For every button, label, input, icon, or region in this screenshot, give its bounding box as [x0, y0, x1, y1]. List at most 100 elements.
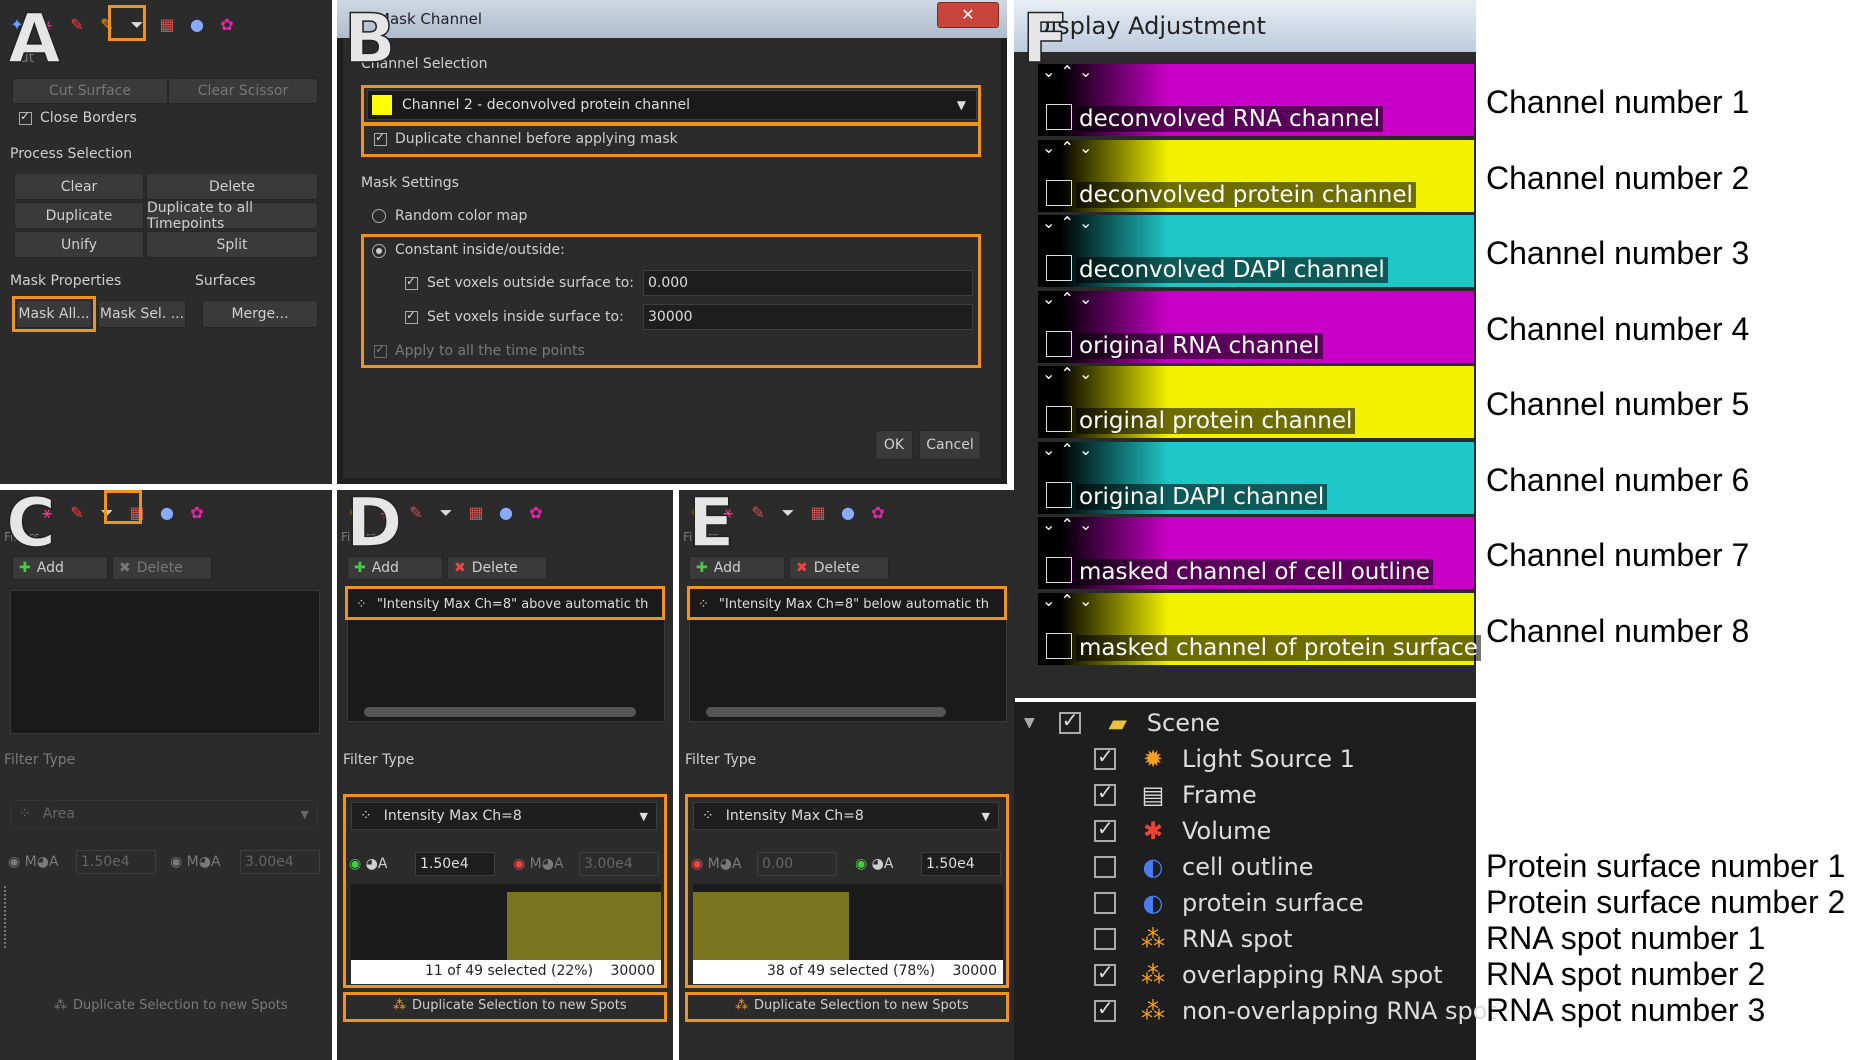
- panel-label-e: E: [687, 484, 735, 563]
- pencil-icon[interactable]: ✎: [68, 504, 86, 522]
- pencil-icon[interactable]: ✎: [749, 504, 767, 522]
- scene-item-checkbox[interactable]: [1094, 744, 1116, 770]
- cancel-button[interactable]: Cancel: [919, 430, 981, 460]
- min-threshold-input[interactable]: 1.50e4: [76, 850, 156, 874]
- scene-item[interactable]: ⁂ RNA spot: [1094, 922, 1293, 956]
- range-marker-icon[interactable]: ⌄ ⌃ ⌄: [1042, 215, 1092, 231]
- channel-checkbox[interactable]: [1046, 179, 1072, 206]
- stats-icon[interactable]: ▦: [158, 16, 176, 34]
- cut-surface-button[interactable]: Cut Surface: [12, 78, 168, 104]
- channel-checkbox[interactable]: [1046, 255, 1072, 281]
- channel-checkbox[interactable]: [1046, 481, 1072, 508]
- delete-button[interactable]: ✖ Delete: [447, 556, 547, 580]
- channel-row[interactable]: ⌄ ⌃ ⌄ masked channel of protein surface: [1038, 592, 1481, 665]
- scene-root-row[interactable]: ▼ ▰ Scene: [1024, 706, 1220, 740]
- clear-button[interactable]: Clear: [14, 173, 144, 200]
- stats-icon[interactable]: ▦: [467, 504, 485, 522]
- merge-button[interactable]: Merge...: [202, 300, 318, 328]
- channel-row[interactable]: ⌄ ⌃ ⌄ deconvolved protein channel: [1038, 139, 1474, 212]
- delete-button[interactable]: ✖ Delete: [112, 556, 212, 580]
- scene-item-checkbox[interactable]: [1094, 960, 1116, 986]
- duplicate-button[interactable]: Duplicate: [14, 202, 144, 229]
- channel-row[interactable]: ⌄ ⌃ ⌄ masked channel of cell outline: [1038, 517, 1474, 589]
- channel-checkbox[interactable]: [1046, 632, 1072, 659]
- stats-icon[interactable]: ▦: [809, 504, 827, 522]
- scene-item-label: Light Source 1: [1182, 745, 1355, 773]
- channel-checkbox[interactable]: [1046, 406, 1072, 432]
- scene-item[interactable]: ◐ cell outline: [1094, 850, 1314, 884]
- color-icon[interactable]: ●: [497, 504, 515, 522]
- filter-type-title: Filter Type: [685, 752, 757, 768]
- unify-button[interactable]: Unify: [14, 231, 144, 258]
- gear-icon[interactable]: ✿: [527, 504, 545, 522]
- split-button[interactable]: Split: [146, 231, 318, 258]
- horizontal-scrollbar[interactable]: [706, 707, 946, 717]
- delete-label: Delete: [813, 560, 860, 576]
- channel-checkbox[interactable]: [1046, 330, 1072, 357]
- range-marker-icon[interactable]: ⌄ ⌃ ⌄: [1042, 290, 1092, 307]
- filters-list[interactable]: [10, 590, 320, 734]
- scene-item[interactable]: ▤ Frame: [1094, 778, 1257, 812]
- delete-button[interactable]: Delete: [146, 173, 318, 200]
- pencil-icon[interactable]: ✎: [407, 504, 425, 522]
- gear-icon[interactable]: ✿: [188, 504, 206, 522]
- dialog-body: Channel Selection Channel 2 - deconvolve…: [343, 38, 1001, 478]
- range-marker-icon[interactable]: ⌄ ⌃ ⌄: [1042, 139, 1092, 156]
- scene-item[interactable]: ✱ Volume: [1094, 814, 1271, 848]
- min-threshold-icon[interactable]: ◉ M◕A: [8, 854, 59, 870]
- scene-item[interactable]: ◐ protein surface: [1094, 886, 1364, 920]
- duplicate-selection-label: Duplicate Selection to new Spots: [73, 998, 288, 1013]
- filter-settings-highlight: [343, 794, 667, 988]
- delete-icon: ✖: [119, 560, 131, 576]
- close-button[interactable]: ✕: [937, 2, 999, 28]
- ok-button[interactable]: OK: [875, 430, 913, 460]
- channel-row[interactable]: ⌄ ⌃ ⌄ original DAPI channel: [1038, 441, 1474, 514]
- range-marker-icon[interactable]: ⌄ ⌃ ⌄: [1042, 517, 1092, 533]
- range-marker-icon[interactable]: ⌄ ⌃ ⌄: [1042, 592, 1092, 609]
- gear-icon[interactable]: ✿: [218, 16, 236, 34]
- range-marker-icon[interactable]: ⌄ ⌃ ⌄: [1042, 441, 1092, 458]
- filter-type-select[interactable]: ⁘ Area ▼: [10, 800, 318, 828]
- scene-label: Scene: [1146, 709, 1220, 737]
- horizontal-scrollbar[interactable]: [364, 707, 636, 717]
- pencil-icon[interactable]: ✎: [68, 16, 86, 34]
- duplicate-selection-button[interactable]: ⁂ Duplicate Selection to new Spots: [54, 998, 288, 1013]
- scene-item-checkbox[interactable]: [1094, 996, 1116, 1022]
- random-color-radio[interactable]: [372, 209, 386, 223]
- max-threshold-input[interactable]: 3.00e4: [240, 850, 320, 874]
- color-icon[interactable]: ●: [188, 16, 206, 34]
- channel-checkbox[interactable]: [1046, 104, 1072, 130]
- scene-item[interactable]: ⁂ non-overlapping RNA spot: [1094, 994, 1497, 1028]
- close-borders-checkbox[interactable]: [19, 109, 32, 125]
- mask-sel-button[interactable]: Mask Sel. ...: [98, 300, 186, 328]
- channel-row[interactable]: ⌄ ⌃ ⌄ deconvolved RNA channel: [1038, 64, 1474, 136]
- scene-item-checkbox[interactable]: [1094, 892, 1116, 914]
- scene-item-checkbox[interactable]: [1094, 816, 1116, 842]
- scene-item[interactable]: ✹ Light Source 1: [1094, 742, 1355, 776]
- gear-icon[interactable]: ✿: [869, 504, 887, 522]
- light-icon: ✹: [1142, 745, 1164, 773]
- scene-checkbox[interactable]: [1058, 708, 1081, 734]
- filter-icon[interactable]: ⏷: [779, 504, 797, 522]
- scene-item[interactable]: ⁂ overlapping RNA spot: [1094, 958, 1443, 992]
- max-threshold-icon[interactable]: ◉ M◕A: [170, 854, 221, 870]
- duplicate-all-button[interactable]: Duplicate to all Timepoints: [146, 200, 318, 232]
- color-icon[interactable]: ●: [839, 504, 857, 522]
- delete-icon: ✖: [454, 560, 466, 576]
- scene-item-checkbox[interactable]: [1094, 928, 1116, 950]
- channel-name: original protein channel: [1076, 408, 1356, 434]
- range-marker-icon[interactable]: ⌄ ⌃ ⌄: [1042, 366, 1092, 382]
- scene-item-checkbox[interactable]: [1094, 856, 1116, 878]
- channel-row[interactable]: ⌄ ⌃ ⌄ original protein channel: [1038, 366, 1474, 438]
- scene-item-checkbox[interactable]: [1094, 780, 1116, 806]
- channel-row[interactable]: ⌄ ⌃ ⌄ deconvolved DAPI channel: [1038, 215, 1474, 287]
- spots-icon: ⁂: [1141, 925, 1165, 953]
- delete-button[interactable]: ✖ Delete: [789, 556, 889, 580]
- expand-icon[interactable]: ▼: [1024, 715, 1035, 731]
- color-icon[interactable]: ●: [158, 504, 176, 522]
- filter-icon[interactable]: ⏷: [437, 504, 455, 522]
- clear-scissor-button[interactable]: Clear Scissor: [168, 78, 318, 104]
- mask-properties-title: Mask Properties: [10, 273, 122, 289]
- channel-checkbox[interactable]: [1046, 557, 1072, 583]
- channel-row[interactable]: ⌄ ⌃ ⌄ original RNA channel: [1038, 290, 1474, 363]
